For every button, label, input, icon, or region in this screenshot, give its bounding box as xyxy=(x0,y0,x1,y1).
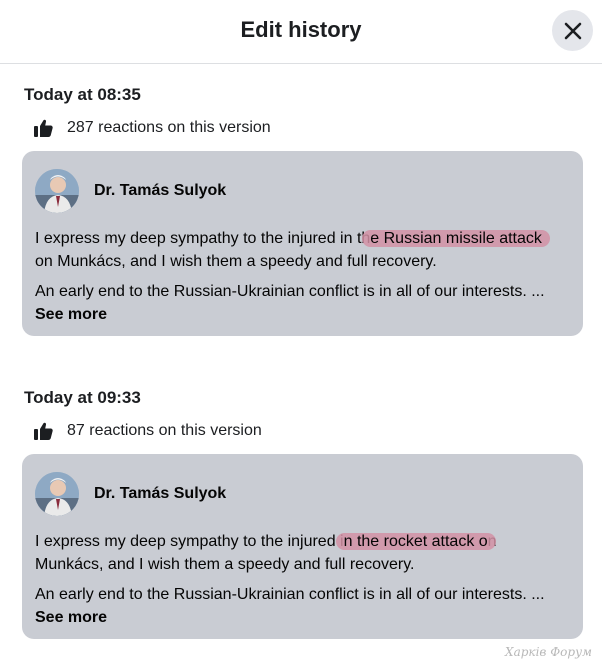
text-before-change: I express my deep sympathy to the injure… xyxy=(35,533,344,550)
paragraph-text: An early end to the Russian-Ukrainian co… xyxy=(35,283,545,300)
see-more-link[interactable]: See more xyxy=(35,609,107,626)
text-line-2: Munkács, and I wish them a speedy and fu… xyxy=(35,556,415,573)
post-card: Dr. Tamás Sulyok I express my deep sympa… xyxy=(22,454,583,639)
post-paragraph-1: I express my deep sympathy to the injure… xyxy=(35,227,580,273)
avatar[interactable] xyxy=(35,169,79,213)
close-button[interactable] xyxy=(552,10,593,51)
close-icon xyxy=(564,22,581,39)
reactions-row[interactable]: 287 reactions on this version xyxy=(34,119,271,137)
paragraph-text: An early end to the Russian-Ukrainian co… xyxy=(35,586,545,603)
post-paragraph-1: I express my deep sympathy to the injure… xyxy=(35,530,580,576)
changed-text: e Russian missile attack xyxy=(370,230,542,247)
see-more-link[interactable]: See more xyxy=(35,306,107,323)
text-before-change: I express my deep sympathy to the injure… xyxy=(35,230,371,247)
reactions-row[interactable]: 87 reactions on this version xyxy=(34,422,262,440)
thumbs-up-icon xyxy=(34,422,53,440)
reactions-count: 87 reactions on this version xyxy=(67,422,262,439)
changed-text-highlight: n the rocket attack o xyxy=(344,533,488,550)
reactions-count: 287 reactions on this version xyxy=(67,119,271,136)
post-card: Dr. Tamás Sulyok I express my deep sympa… xyxy=(22,151,583,336)
version-timestamp: Today at 09:33 xyxy=(24,388,141,407)
changed-text-highlight: e Russian missile attack xyxy=(370,230,542,247)
version-timestamp: Today at 08:35 xyxy=(24,85,141,104)
dialog-header: Edit history xyxy=(0,0,602,64)
dialog-title: Edit history xyxy=(240,17,362,42)
watermark: Харків Форум xyxy=(505,645,592,659)
author-name[interactable]: Dr. Tamás Sulyok xyxy=(94,182,226,200)
author-name[interactable]: Dr. Tamás Sulyok xyxy=(94,485,226,503)
changed-text: n the rocket attack o xyxy=(343,533,488,550)
post-paragraph-2: An early end to the Russian-Ukrainian co… xyxy=(35,583,580,629)
avatar[interactable] xyxy=(35,472,79,516)
text-line-2: on Munkács, and I wish them a speedy and… xyxy=(35,253,437,270)
thumbs-up-icon xyxy=(34,119,53,137)
post-paragraph-2: An early end to the Russian-Ukrainian co… xyxy=(35,280,580,326)
